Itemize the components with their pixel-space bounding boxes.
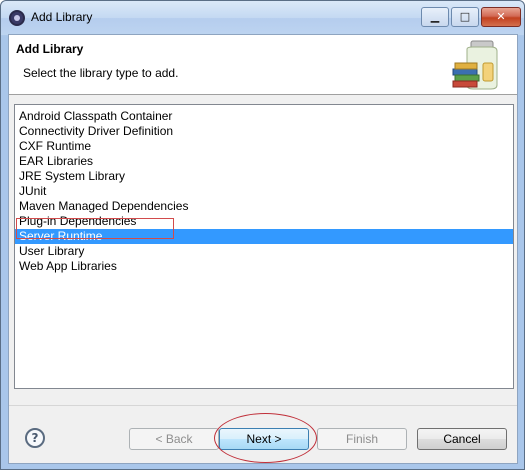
maximize-button[interactable]: □: [451, 7, 479, 27]
page-title: Add Library: [16, 42, 84, 56]
list-item[interactable]: EAR Libraries: [15, 154, 513, 169]
list-item[interactable]: Maven Managed Dependencies: [15, 199, 513, 214]
list-item[interactable]: Server Runtime: [15, 229, 513, 244]
list-item[interactable]: User Library: [15, 244, 513, 259]
library-jar-icon: [452, 40, 498, 90]
minimize-button[interactable]: ▁: [421, 7, 449, 27]
next-button[interactable]: Next >: [219, 428, 309, 450]
add-library-dialog: Add Library ▁ □ ✕ Add Library Select the…: [0, 0, 525, 470]
cancel-button[interactable]: Cancel: [417, 428, 507, 450]
list-item[interactable]: CXF Runtime: [15, 139, 513, 154]
dialog-body: Add Library Select the library type to a…: [8, 34, 518, 464]
list-item[interactable]: JRE System Library: [15, 169, 513, 184]
back-button[interactable]: < Back: [129, 428, 219, 450]
help-icon[interactable]: ?: [25, 428, 45, 448]
wizard-header: Add Library Select the library type to a…: [9, 35, 517, 95]
list-item[interactable]: Web App Libraries: [15, 259, 513, 274]
finish-button[interactable]: Finish: [317, 428, 407, 450]
list-item[interactable]: Connectivity Driver Definition: [15, 124, 513, 139]
list-item[interactable]: Android Classpath Container: [15, 109, 513, 124]
close-button[interactable]: ✕: [481, 7, 521, 27]
button-bar-divider: [9, 405, 517, 406]
list-item[interactable]: Plug-in Dependencies: [15, 214, 513, 229]
eclipse-icon: [9, 10, 25, 26]
window-title: Add Library: [31, 10, 93, 24]
title-bar[interactable]: Add Library ▁ □ ✕: [1, 1, 524, 35]
list-item[interactable]: JUnit: [15, 184, 513, 199]
page-description: Select the library type to add.: [23, 66, 179, 80]
library-type-list[interactable]: Android Classpath Container Connectivity …: [14, 104, 514, 389]
